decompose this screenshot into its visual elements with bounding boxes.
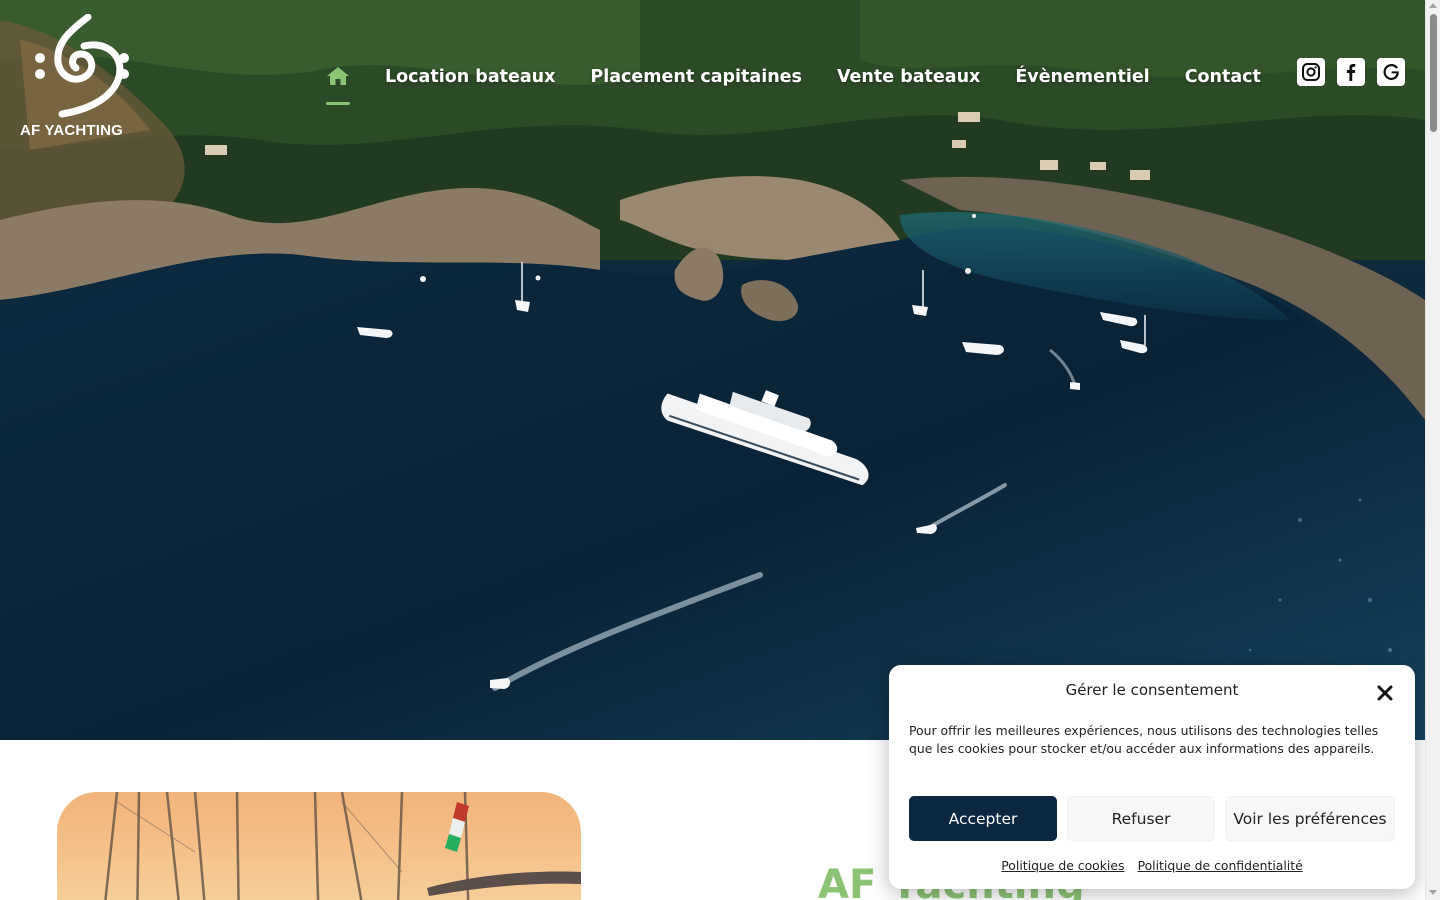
instagram-icon <box>1302 63 1320 81</box>
nav-item-location-bateaux[interactable]: Location bateaux <box>385 62 555 92</box>
google-link[interactable] <box>1377 58 1405 86</box>
google-icon <box>1383 64 1399 80</box>
preferences-button[interactable]: Voir les préférences <box>1225 796 1395 841</box>
brand-name: AF YACHTING <box>20 122 124 139</box>
hero-landscape-image <box>0 0 1425 740</box>
bass-clef-logo-icon <box>35 14 129 118</box>
accept-button[interactable]: Accepter <box>909 796 1057 841</box>
hero-video-banner: AF YACHTING Location bateaux Placement c… <box>0 0 1425 740</box>
social-links <box>1297 58 1405 86</box>
nav-item-contact[interactable]: Contact <box>1185 62 1261 92</box>
nav-item-placement-capitaines[interactable]: Placement capitaines <box>590 62 802 92</box>
cookie-close-button[interactable] <box>1375 683 1395 703</box>
scroll-down-arrow-icon[interactable] <box>1429 890 1437 895</box>
brand-logo[interactable]: AF YACHTING <box>20 14 135 139</box>
instagram-link[interactable] <box>1297 58 1325 86</box>
main-navigation: Location bateaux Placement capitaines Ve… <box>326 62 1276 110</box>
cookie-consent-dialog: Gérer le consentement Pour offrir les me… <box>889 665 1415 889</box>
cookie-policy-links: Politique de cookies Politique de confid… <box>889 855 1415 874</box>
nav-active-indicator <box>326 102 350 105</box>
page-scrollbar[interactable] <box>1425 0 1440 900</box>
cookie-dialog-title: Gérer le consentement <box>1065 681 1239 699</box>
home-icon <box>327 67 349 85</box>
nav-home[interactable] <box>326 62 350 105</box>
facebook-icon <box>1346 64 1356 81</box>
close-icon <box>1377 685 1393 701</box>
scroll-up-arrow-icon[interactable] <box>1429 3 1437 8</box>
marina-sunset-photo <box>57 792 581 900</box>
facebook-link[interactable] <box>1337 58 1365 86</box>
cookie-policy-link[interactable]: Politique de cookies <box>1001 858 1124 873</box>
refuse-button[interactable]: Refuser <box>1067 796 1215 841</box>
nav-item-evenementiel[interactable]: Évènementiel <box>1015 62 1149 92</box>
privacy-policy-link[interactable]: Politique de confidentialité <box>1138 858 1303 873</box>
marina-masts-image <box>104 792 581 900</box>
scrollbar-thumb[interactable] <box>1430 14 1437 132</box>
cookie-dialog-text: Pour offrir les meilleures expériences, … <box>909 723 1379 756</box>
nav-item-vente-bateaux[interactable]: Vente bateaux <box>837 62 980 92</box>
